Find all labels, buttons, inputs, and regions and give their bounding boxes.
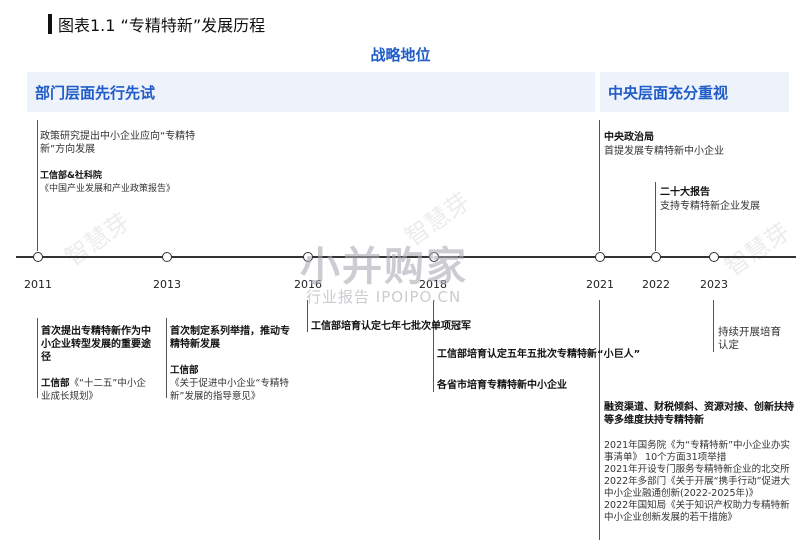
watermark-diagonal: 智慧芽 — [719, 217, 795, 282]
year-label-2013: 2013 — [153, 278, 181, 291]
band-central-level: 中央层面充分重视 — [600, 72, 789, 112]
miit-cass-report: 《中国产业发展和产业政策报告》 — [40, 184, 176, 194]
congress20-label: 二十大报告 — [660, 187, 710, 198]
y2021-item: 2021年国务院《为“专精特新”中小企业办实事清单》 10个方面31项举措 — [604, 440, 791, 463]
milestone-2022-marker — [651, 252, 661, 262]
y2013-source-label: 工信部 — [170, 365, 199, 376]
milestone-2021-marker — [595, 252, 605, 262]
y2018-text-b: 各省市培育专精特新中小企业 — [437, 380, 567, 391]
policy-study-text: 政策研究提出中小企业应向“专精特新”方向发展 — [40, 131, 196, 155]
y2021-item: 2021年开设专门服务专精特新企业的北交所 — [604, 464, 790, 475]
band-department-label: 部门层面先行先试 — [35, 83, 156, 102]
politburo-label: 中央政治局 — [604, 132, 654, 143]
miit-cass-label: 工信部&社科院 — [40, 171, 102, 181]
connector-2013-down — [166, 318, 167, 398]
y2021-item: 2022年多部门《关于开展“携手行动”促进大中小企业融通创新(2022-2025… — [604, 476, 791, 499]
connector-2022-up — [655, 182, 656, 251]
politburo-text: 首提发展专精特新中小企业 — [604, 146, 724, 157]
y2021-item: 2022年国知局《关于知识产权助力专精特新中小企业创新发展的若干措施》 — [604, 500, 790, 523]
connector-2021-down — [599, 300, 600, 540]
title-accent-bar — [48, 14, 52, 34]
watermark-logo: 小并购家 — [300, 244, 468, 290]
band-department-level: 部门层面先行先试 — [27, 72, 595, 112]
band-central-label: 中央层面充分重视 — [608, 83, 729, 102]
connector-2011-down — [37, 318, 38, 398]
connector-2023-down — [713, 300, 714, 352]
watermark-subtitle: 行业报告 IPOIPO.CN — [306, 288, 462, 306]
y2016-text: 工信部培育认定七年七批次单项冠军 — [311, 321, 471, 332]
y2023-text: 持续开展培育认定 — [718, 326, 781, 351]
y2013-doc: 《关于促进中小企业“专精特新”发展的指导意见》 — [170, 378, 289, 402]
congress20-text: 支持专精特新企业发展 — [660, 201, 760, 212]
y2021-item-list: 2021年国务院《为“专精特新”中小企业办实事清单》 10个方面31项举措 20… — [604, 440, 794, 524]
y2013-title: 首次制定系列举措，推动专精特新发展 — [170, 326, 290, 350]
year-label-2011: 2011 — [24, 278, 52, 291]
milestone-2023-marker — [709, 252, 719, 262]
y2011-title: 首次提出专精特新作为中小企业转型发展的重要途径 — [41, 326, 151, 363]
watermark-diagonal: 智慧芽 — [59, 207, 135, 272]
connector-2021-up — [599, 120, 600, 251]
connector-2018-down — [433, 300, 434, 392]
y2018-text-a: 工信部培育认定五年五批次专精特新“小巨人” — [437, 349, 641, 360]
page-title: 图表1.1 “专精特新”发展历程 — [58, 16, 266, 35]
year-label-2021: 2021 — [586, 278, 614, 291]
strategy-label: 战略地位 — [370, 46, 431, 64]
y2011-source-label: 工信部 — [41, 378, 70, 389]
connector-2011-up — [37, 120, 38, 251]
y2011-source: 工信部《“十二五”中小企业成长规划》 — [41, 377, 153, 403]
y2013-source: 工信部《关于促进中小企业“专精特新”发展的指导意见》 — [170, 364, 290, 403]
year-label-2023: 2023 — [700, 278, 728, 291]
milestone-2011-marker — [33, 252, 43, 262]
year-label-2022: 2022 — [642, 278, 670, 291]
milestone-2013-marker — [162, 252, 172, 262]
y2021-title: 融资渠道、财税倾斜、资源对接、创新扶持等多维度扶持专精特新 — [604, 402, 794, 426]
